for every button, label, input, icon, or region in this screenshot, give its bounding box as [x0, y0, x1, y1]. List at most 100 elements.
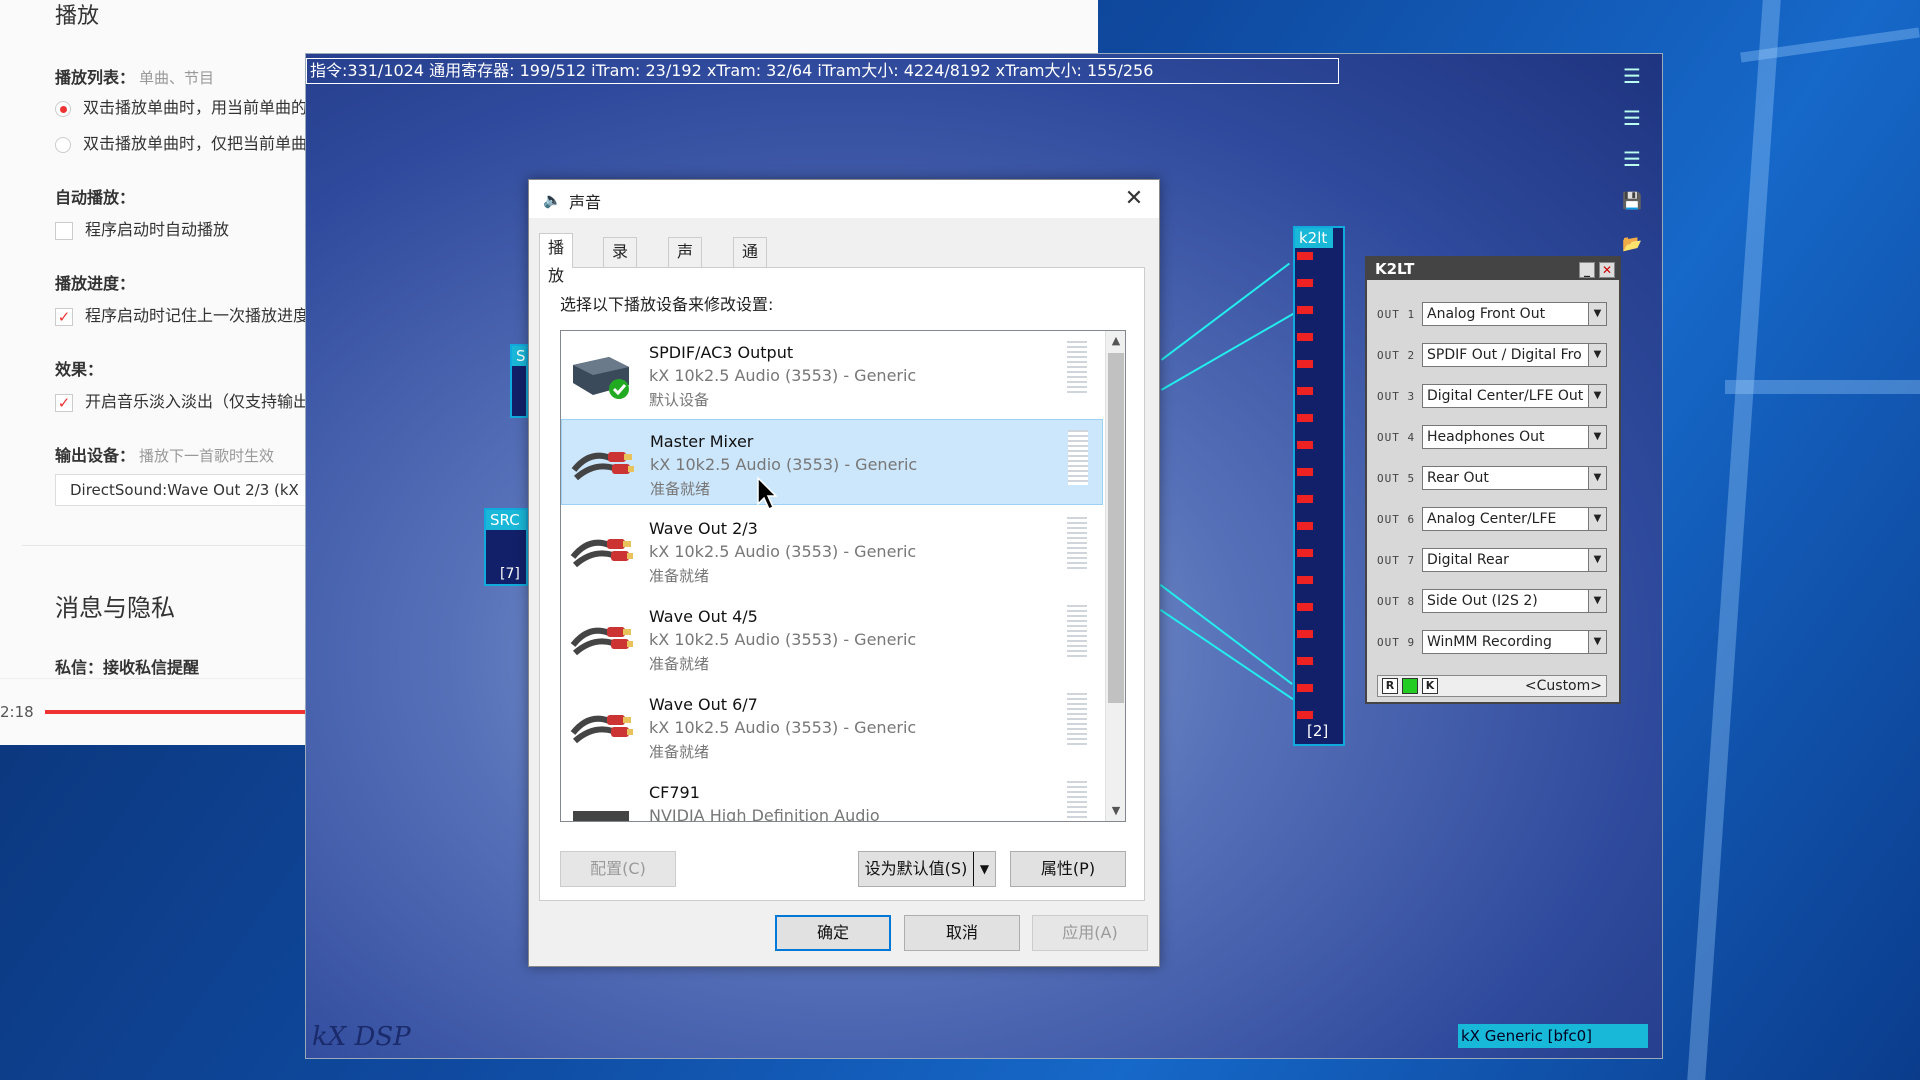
device-status: 准备就绪 [650, 480, 711, 498]
output-select[interactable]: Analog Front Out ▼ [1422, 302, 1607, 326]
dsp-pin[interactable] [1297, 360, 1313, 368]
menu-icon[interactable]: ☰ [1618, 66, 1646, 86]
speaker-cable-icon [570, 440, 634, 488]
dsp-pin[interactable] [1297, 495, 1313, 503]
k2lt-k-button[interactable]: K [1422, 678, 1438, 694]
apply-button[interactable]: 应用(A) [1032, 915, 1148, 951]
tab-playback[interactable]: 播放 [539, 233, 574, 285]
k2lt-output-row: OUT 4 Headphones Out ▼ [1377, 425, 1607, 453]
device-item[interactable]: Wave Out 4/5 kX 10k2.5 Audio (3553) - Gen… [561, 595, 1103, 681]
dsp-pin[interactable] [1297, 522, 1313, 530]
window-logo-beam [1687, 0, 1781, 1080]
output-select[interactable]: SPDIF Out / Digital Fro ▼ [1422, 343, 1607, 367]
checkbox[interactable]: ✓ [55, 307, 73, 326]
dsp-pin[interactable] [1297, 279, 1313, 287]
dsp-pin[interactable] [1297, 603, 1313, 611]
output-select[interactable]: Analog Center/LFE ▼ [1422, 507, 1607, 531]
dsp-pin[interactable] [1297, 630, 1313, 638]
properties-button[interactable]: 属性(P) [1010, 851, 1126, 887]
cancel-button[interactable]: 取消 [904, 915, 1020, 951]
dsp-block-src[interactable]: SRC [7] [484, 508, 528, 586]
device-description: kX 10k2.5 Audio (3553) - Generic [649, 718, 917, 737]
k2lt-preset[interactable]: <Custom> [1525, 678, 1602, 694]
dsp-pin[interactable] [1297, 306, 1313, 314]
close-icon[interactable]: ✕ [1119, 184, 1149, 214]
radio-button[interactable] [55, 100, 71, 117]
dsp-pin[interactable] [1297, 414, 1313, 422]
dropdown-arrow-icon[interactable]: ▼ [973, 852, 995, 886]
open-folder-icon[interactable]: 📂 [1618, 236, 1646, 252]
dsp-block-s[interactable]: S [510, 344, 528, 418]
output-select[interactable]: Headphones Out ▼ [1422, 425, 1607, 449]
output-label: OUT 6 [1377, 513, 1416, 526]
dsp-pin[interactable] [1297, 657, 1313, 665]
status-indicator-icon [1402, 678, 1418, 694]
dsp-pin[interactable] [1297, 387, 1313, 395]
effect-option[interactable]: ✓ 开启音乐淡入淡出（仅支持输出 [55, 388, 309, 412]
ok-button[interactable]: 确定 [775, 915, 891, 951]
spdif-device-icon [569, 351, 633, 399]
dsp-pin[interactable] [1297, 684, 1313, 692]
device-name: SPDIF/AC3 Output [649, 343, 794, 362]
configure-button[interactable]: 配置(C) [560, 851, 676, 887]
autoplay-label: 自动播放： [55, 188, 136, 207]
device-item[interactable]: SPDIF/AC3 Output kX 10k2.5 Audio (3553) -… [561, 331, 1103, 417]
device-item[interactable]: Master Mixer kX 10k2.5 Audio (3553) - Gen… [561, 419, 1103, 505]
tab-communications[interactable]: 通信 [733, 237, 768, 289]
k2lt-r-button[interactable]: R [1382, 678, 1398, 694]
output-select[interactable]: Side Out (I2S 2) ▼ [1422, 589, 1607, 613]
dropdown-arrow-icon[interactable]: ▼ [1588, 631, 1606, 653]
checkbox[interactable]: ✓ [55, 393, 73, 412]
dsp-pin[interactable] [1297, 468, 1313, 476]
dropdown-arrow-icon[interactable]: ▼ [1588, 467, 1606, 489]
dropdown-arrow-icon[interactable]: ▼ [1588, 385, 1606, 407]
progress-option[interactable]: ✓ 程序启动时记住上一次播放进度 [55, 302, 309, 326]
scroll-down-icon[interactable]: ▼ [1106, 801, 1125, 821]
device-item[interactable]: Wave Out 2/3 kX 10k2.5 Audio (3553) - Gen… [561, 507, 1103, 593]
mouse-cursor-icon [757, 476, 778, 511]
set-default-button[interactable]: 设为默认值(S) ▼ [858, 851, 996, 887]
dropdown-arrow-icon[interactable]: ▼ [1588, 303, 1606, 325]
pm-setting: 私信：接收私信提醒 [55, 654, 199, 678]
dsp-pin[interactable] [1297, 576, 1313, 584]
output-select[interactable]: Digital Center/LFE Out ▼ [1422, 384, 1607, 408]
section-title: 播放 [55, 4, 100, 29]
dropdown-arrow-icon[interactable]: ▼ [1588, 590, 1606, 612]
scrollbar-thumb[interactable] [1108, 353, 1124, 703]
dsp-pin[interactable] [1297, 333, 1313, 341]
dropdown-arrow-icon[interactable]: ▼ [1588, 508, 1606, 530]
dsp-pin[interactable] [1297, 711, 1313, 719]
dsp-pin[interactable] [1297, 252, 1313, 260]
menu-icon[interactable]: ☰ [1618, 108, 1646, 128]
device-name: Wave Out 4/5 [649, 607, 758, 626]
device-item[interactable]: CF791 NVIDIA High Definition Audio [561, 771, 1103, 822]
playlist-option-2[interactable]: 双击播放单曲时，仅把当前单曲 [55, 130, 307, 154]
device-item[interactable]: Wave Out 6/7 kX 10k2.5 Audio (3553) - Gen… [561, 683, 1103, 769]
autoplay-option[interactable]: 程序启动时自动播放 [55, 216, 229, 240]
playlist-option-1[interactable]: 双击播放单曲时，用当前单曲的 [55, 94, 307, 118]
scroll-up-icon[interactable]: ▲ [1106, 331, 1125, 351]
output-select[interactable]: Rear Out ▼ [1422, 466, 1607, 490]
device-list[interactable]: SPDIF/AC3 Output kX 10k2.5 Audio (3553) -… [560, 330, 1126, 822]
checkbox[interactable] [55, 221, 73, 240]
radio-button[interactable] [55, 136, 71, 153]
dsp-pin[interactable] [1297, 441, 1313, 449]
vertical-scrollbar[interactable]: ▲ ▼ [1105, 331, 1125, 821]
device-description: NVIDIA High Definition Audio [649, 806, 880, 822]
k2lt-footer: R K <Custom> [1377, 675, 1607, 697]
tab-sounds[interactable]: 声音 [668, 237, 703, 289]
minimize-icon[interactable]: _ [1579, 262, 1595, 278]
close-icon[interactable]: ✕ [1599, 262, 1615, 278]
dropdown-arrow-icon[interactable]: ▼ [1588, 549, 1606, 571]
output-select[interactable]: Digital Rear ▼ [1422, 548, 1607, 572]
menu-icon[interactable]: ☰ [1618, 149, 1646, 169]
option-label: 双击播放单曲时，仅把当前单曲 [83, 134, 308, 153]
output-select[interactable]: WinMM Recording ▼ [1422, 630, 1607, 654]
dsp-block-k2lt[interactable]: k2lt [2] [1293, 226, 1345, 746]
option-label: 程序启动时自动播放 [85, 220, 230, 239]
dropdown-arrow-icon[interactable]: ▼ [1588, 426, 1606, 448]
dropdown-arrow-icon[interactable]: ▼ [1588, 344, 1606, 366]
tab-recording[interactable]: 录制 [603, 237, 638, 289]
dsp-pin[interactable] [1297, 549, 1313, 557]
save-icon[interactable]: 💾 [1618, 193, 1646, 209]
